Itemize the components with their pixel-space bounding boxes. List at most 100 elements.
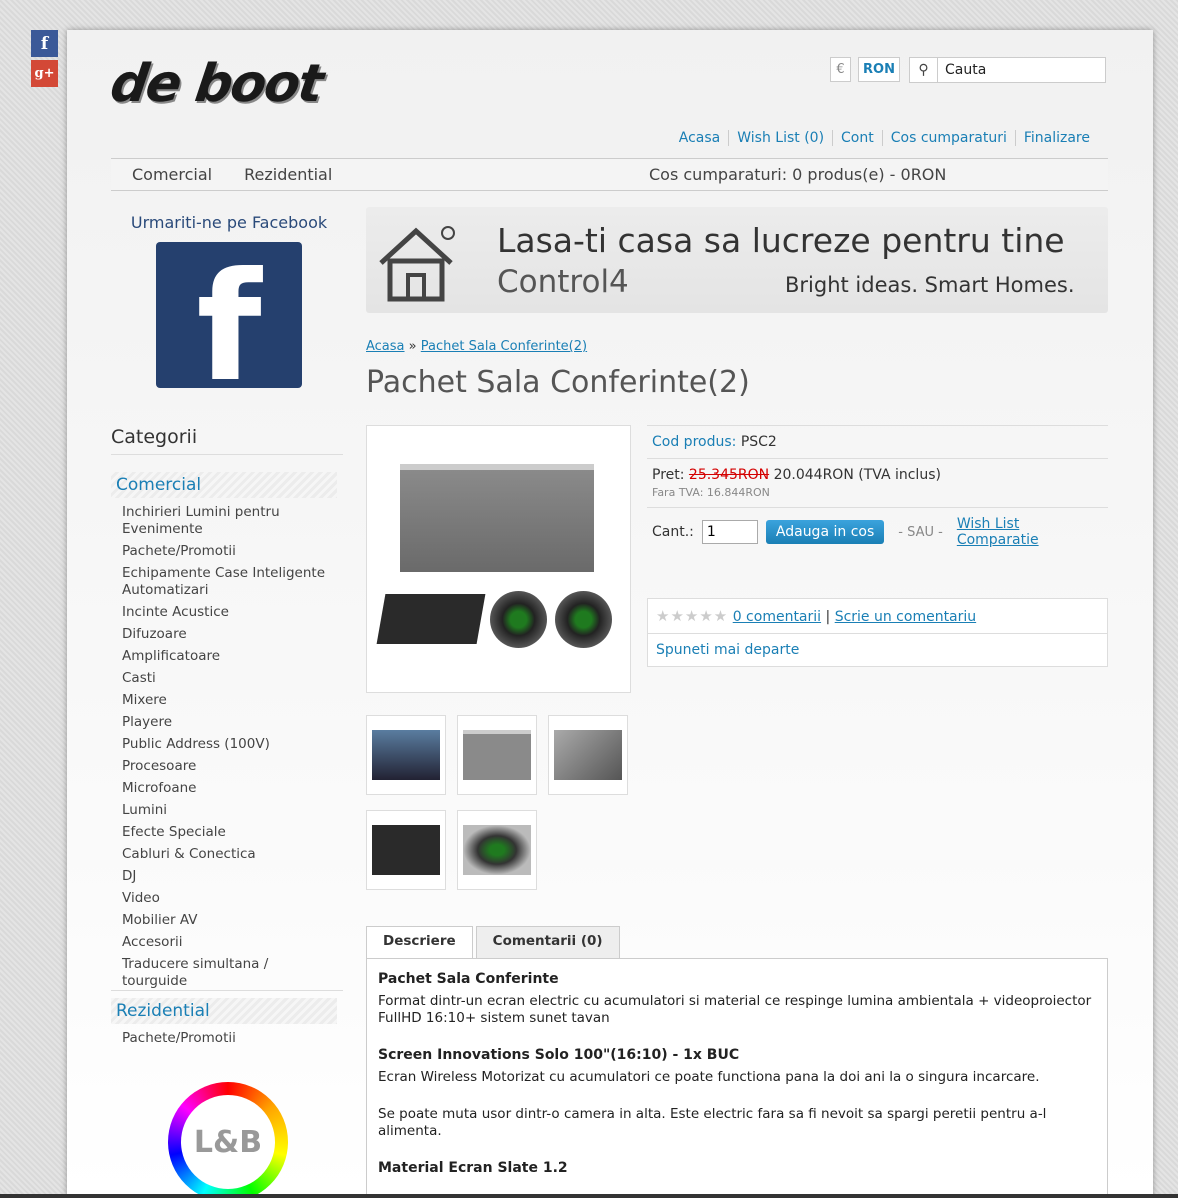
menu-item-rezidential[interactable]: Rezidential [244, 165, 332, 184]
facebook-logo-icon[interactable]: f [156, 242, 302, 388]
category-header-comercial[interactable]: Comercial [111, 472, 337, 498]
facebook-follow-box[interactable]: Urmariti-ne pe Facebook f [111, 213, 347, 388]
comments-link[interactable]: 0 comentarii [733, 609, 821, 625]
breadcrumb-current[interactable]: Pachet Sala Conferinte(2) [421, 339, 587, 354]
category-item[interactable]: Microfoane [122, 780, 337, 797]
banner-brand: Control4 [497, 264, 629, 300]
category-item[interactable]: Lumini [122, 802, 337, 819]
category-item[interactable]: Cabluri & Conectica [122, 846, 337, 863]
category-header-rezidential[interactable]: Rezidential [111, 998, 337, 1024]
tab-comments[interactable]: Comentarii (0) [475, 926, 620, 959]
category-divider [111, 990, 343, 991]
product-main-image[interactable] [366, 425, 631, 693]
description-text: Format dintr-un ecran electric cu acumul… [378, 993, 1092, 1026]
categories-heading: Categorii [111, 426, 343, 455]
currency-ron-button[interactable]: RON [858, 57, 900, 82]
search-icon[interactable]: ⚲ [910, 58, 938, 82]
price-label: Pret: [652, 467, 685, 483]
category-item[interactable]: Incinte Acustice [122, 604, 337, 621]
category-group-comercial: Comercial Inchirieri Lumini pentru Eveni… [111, 472, 337, 995]
toplink-cart[interactable]: Cos cumparaturi [881, 130, 1015, 146]
wishlist-link[interactable]: Wish List [957, 516, 1039, 532]
or-separator: - SAU - [898, 524, 943, 540]
category-item[interactable]: DJ [122, 868, 337, 885]
house-icon [379, 226, 455, 302]
category-item[interactable]: Difuzoare [122, 626, 337, 643]
control4-banner[interactable]: Lasa-ti casa sa lucreze pentru tine Cont… [366, 207, 1108, 313]
toplink-wishlist[interactable]: Wish List (0) [728, 130, 832, 146]
facebook-share-icon[interactable]: f [31, 30, 58, 57]
page-title: Pachet Sala Conferinte(2) [366, 365, 750, 400]
tab-description[interactable]: Descriere [366, 926, 473, 959]
quantity-input[interactable] [701, 520, 758, 544]
projection-screen-image [400, 464, 594, 572]
toplink-account[interactable]: Cont [832, 130, 882, 146]
breadcrumb-separator: » [408, 339, 417, 354]
speaker-image [555, 591, 612, 648]
quantity-label: Cant.: [652, 524, 694, 540]
category-group-rezidential: Rezidential Pachete/Promotii [111, 998, 337, 1052]
category-item[interactable]: Accesorii [122, 934, 337, 951]
bottom-bar [0, 1194, 1178, 1198]
cart-summary[interactable]: Cos cumparaturi: 0 produs(e) - 0RON [649, 165, 946, 184]
search-input[interactable] [938, 58, 1098, 82]
lb-logo-text: L&B [181, 1095, 275, 1189]
price-row: Pret: 25.345RON 20.044RON (TVA inclus) F… [647, 458, 1108, 507]
site-logo[interactable]: de boot [107, 54, 326, 114]
product-thumbnail[interactable] [457, 715, 537, 795]
write-review-link[interactable]: Scrie un comentariu [835, 609, 976, 625]
main-menu: Comercial Rezidential Cos cumparaturi: 0… [111, 158, 1108, 191]
share-link[interactable]: Spuneti mai departe [648, 634, 1107, 666]
add-to-cart-button[interactable]: Adauga in cos [765, 520, 885, 544]
category-item[interactable]: Amplificatoare [122, 648, 337, 665]
old-price: 25.345RON [688, 467, 770, 483]
toplink-home[interactable]: Acasa [671, 130, 728, 146]
current-price: 20.044RON (TVA inclus) [773, 467, 941, 483]
projector-box-image [376, 594, 486, 644]
category-item[interactable]: Playere [122, 714, 337, 731]
search-box: ⚲ [909, 57, 1106, 83]
product-tabs: Descriere Comentarii (0) [366, 926, 623, 959]
category-item[interactable]: Video [122, 890, 337, 907]
category-item[interactable]: Public Address (100V) [122, 736, 337, 753]
compare-link[interactable]: Comparatie [957, 532, 1039, 548]
category-item[interactable]: Pachete/Promotii [122, 543, 337, 560]
breadcrumb-home[interactable]: Acasa [366, 339, 405, 354]
product-code-row: Cod produs: PSC2 [647, 425, 1108, 458]
breadcrumb: Acasa » Pachet Sala Conferinte(2) [366, 339, 587, 354]
lb-brand-logo[interactable]: L&B [168, 1082, 288, 1198]
category-item[interactable]: Casti [122, 670, 337, 687]
menu-item-comercial[interactable]: Comercial [132, 165, 212, 184]
category-item[interactable]: Mixere [122, 692, 337, 709]
rating-stars-icon: ★★★★★ [656, 607, 729, 625]
product-thumbnail[interactable] [366, 810, 446, 890]
review-summary: ★★★★★ 0 comentarii | Scrie un comentariu [648, 599, 1107, 634]
review-box: ★★★★★ 0 comentarii | Scrie un comentariu… [647, 598, 1108, 667]
banner-tagline: Bright ideas. Smart Homes. [785, 273, 1075, 297]
category-item[interactable]: Efecte Speciale [122, 824, 337, 841]
description-subheading: Screen Innovations Solo 100"(16:10) - 1x… [378, 1047, 740, 1063]
extra-links: Wish List Comparatie [957, 516, 1039, 548]
category-item[interactable]: Echipamente Case Inteligente Automatizar… [122, 565, 337, 599]
description-subheading: Material Ecran Slate 1.2 [378, 1160, 568, 1176]
product-thumbnail[interactable] [457, 810, 537, 890]
category-item[interactable]: Pachete/Promotii [122, 1030, 337, 1047]
currency-eur-button[interactable]: € [830, 57, 851, 82]
category-item[interactable]: Traducere simultana / tourguide [122, 956, 337, 990]
googleplus-share-icon[interactable]: g+ [31, 60, 58, 87]
toplink-checkout[interactable]: Finalizare [1014, 130, 1098, 146]
product-thumbnail[interactable] [366, 715, 446, 795]
description-panel: Pachet Sala Conferinte Format dintr-un e… [366, 958, 1108, 1198]
banner-headline: Lasa-ti casa sa lucreze pentru tine [497, 221, 1065, 260]
page-container: de boot € RON ⚲ Acasa Wish List (0) Cont… [67, 30, 1153, 1198]
product-code-value: PSC2 [740, 434, 777, 450]
description-text: Se poate muta usor dintr-o camera in alt… [378, 1106, 1047, 1139]
description-heading: Pachet Sala Conferinte [378, 971, 559, 987]
category-item[interactable]: Inchirieri Lumini pentru Evenimente [122, 504, 337, 538]
product-thumbnail[interactable] [548, 715, 628, 795]
description-text: Ecran Wireless Motorizat cu acumulatori … [378, 1069, 1040, 1085]
category-item[interactable]: Mobilier AV [122, 912, 337, 929]
category-item[interactable]: Procesoare [122, 758, 337, 775]
facebook-follow-title: Urmariti-ne pe Facebook [130, 213, 328, 232]
top-links: Acasa Wish List (0) Cont Cos cumparaturi… [671, 130, 1098, 146]
